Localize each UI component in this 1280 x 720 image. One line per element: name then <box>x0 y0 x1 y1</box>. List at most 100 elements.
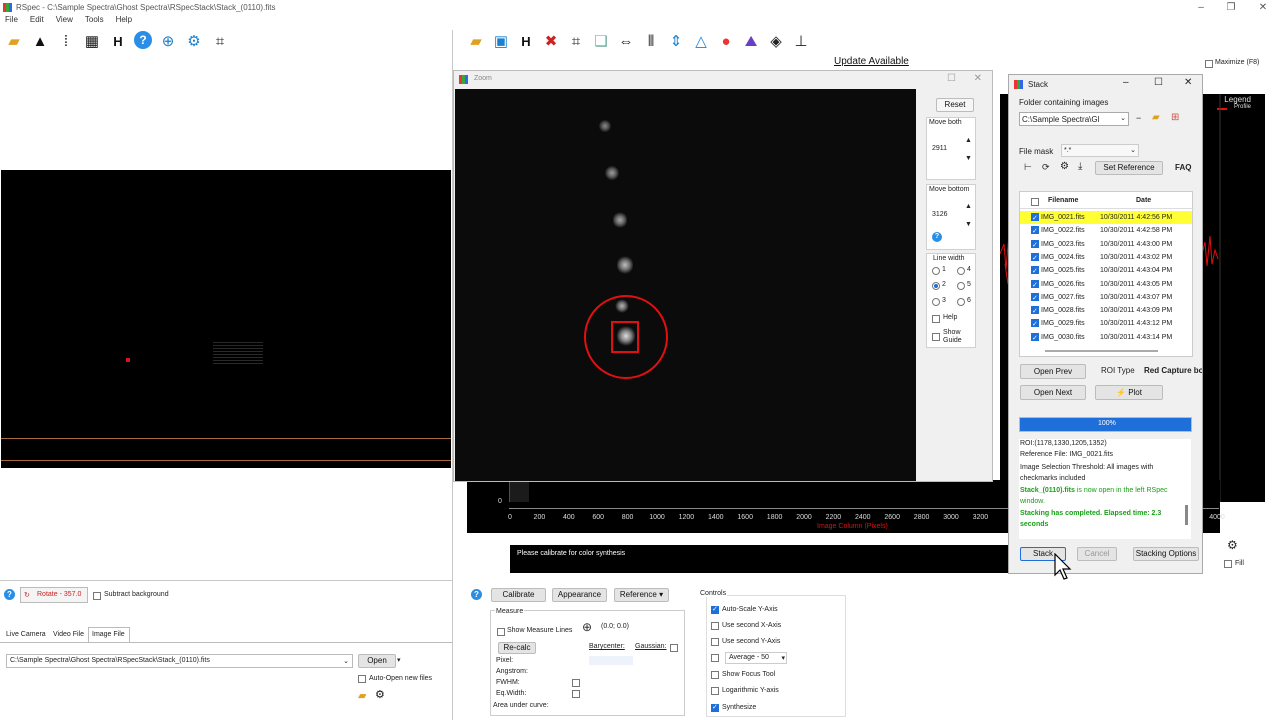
settings-gear-icon[interactable]: ⚙ <box>184 31 204 51</box>
tab-live-camera[interactable]: Live Camera <box>6 631 46 638</box>
help-icon[interactable]: ? <box>471 589 482 600</box>
roi-box[interactable] <box>611 321 639 353</box>
rotate-button[interactable]: ↻ Rotate - 357.0 <box>20 587 88 603</box>
file-row-checkbox[interactable] <box>1031 212 1039 225</box>
menu-view[interactable]: View <box>56 15 73 29</box>
spectrum-image[interactable] <box>1 170 451 468</box>
roi-type-value[interactable]: Red Capture bo <box>1144 366 1202 375</box>
folder-dropdown[interactable]: C:\Sample Spectra\Gl ⌄ <box>1019 112 1129 126</box>
subtract-background-checkbox[interactable] <box>93 592 101 600</box>
gear-icon[interactable]: ⚙ <box>1060 161 1069 172</box>
zoom-help-checkbox[interactable] <box>932 315 940 323</box>
plot-button[interactable]: ⚡ Plot <box>1095 385 1163 400</box>
auto-scale-checkbox[interactable] <box>711 605 719 614</box>
show-guide-checkbox[interactable] <box>932 333 940 341</box>
file-row-checkbox[interactable] <box>1031 279 1039 292</box>
minimize-button[interactable]: – <box>1186 0 1216 16</box>
recalc-button[interactable]: Re-calc <box>498 642 536 654</box>
tab-image-file[interactable]: Image File <box>88 627 130 642</box>
triangle-icon[interactable]: △ <box>691 31 711 51</box>
move-both-up-icon[interactable]: ▲ <box>965 137 972 144</box>
ruler-icon[interactable]: ⇔ <box>616 31 636 51</box>
cancel-button[interactable]: Cancel <box>1077 547 1117 561</box>
open-button[interactable]: Open <box>358 654 396 668</box>
file-row[interactable]: IMG_0029.fits 10/30/2011 4:43:12 PM <box>1020 317 1192 331</box>
show-measure-lines-checkbox[interactable] <box>497 628 505 636</box>
second-y-axis-checkbox[interactable] <box>711 638 719 646</box>
minimize-icon[interactable]: – <box>1123 77 1129 88</box>
maximize-button[interactable]: ❐ <box>1216 0 1246 16</box>
h-icon[interactable]: H <box>108 31 128 51</box>
file-row[interactable]: IMG_0021.fits 10/30/2011 4:42:56 PM <box>1020 211 1192 225</box>
help-icon[interactable]: ? <box>932 232 942 242</box>
auto-open-checkbox[interactable] <box>358 675 366 683</box>
open-folder-icon[interactable]: ▰ <box>4 31 24 51</box>
horizontal-scrollbar[interactable] <box>1045 350 1158 352</box>
file-path-dropdown[interactable]: C:\Sample Spectra\Ghost Spectra\RSpecSta… <box>6 654 353 668</box>
lines-icon[interactable]: ⦀ <box>641 31 661 51</box>
open-folder-icon[interactable]: ▰ <box>466 31 486 51</box>
line-width-radio-6[interactable] <box>957 298 965 306</box>
gaussian-checkbox[interactable] <box>670 644 678 652</box>
gear-icon[interactable]: ⚙ <box>1227 538 1238 552</box>
file-row[interactable]: IMG_0025.fits 10/30/2011 4:43:04 PM <box>1020 264 1192 278</box>
clear-icon[interactable]: ✖ <box>541 31 561 51</box>
color-wheel-icon[interactable]: ● <box>716 31 736 51</box>
dots-grid-icon[interactable]: ⁞ <box>56 31 76 51</box>
gear-icon[interactable]: ⚙ <box>375 688 385 701</box>
fill-checkbox[interactable] <box>1224 560 1232 568</box>
chart-icon[interactable]: ⛰ <box>741 31 761 51</box>
help-icon[interactable]: ? <box>134 31 152 49</box>
appearance-button[interactable]: Appearance <box>552 588 607 602</box>
file-row-checkbox[interactable] <box>1031 318 1039 331</box>
synthesize-checkbox[interactable] <box>711 703 719 712</box>
maximize-icon[interactable]: ☐ <box>947 73 956 84</box>
download-icon[interactable]: ⤓ <box>1078 161 1082 172</box>
file-row-checkbox[interactable] <box>1031 239 1039 252</box>
reference-button[interactable]: Reference ▾ <box>614 588 669 602</box>
move-both-down-icon[interactable]: ▼ <box>965 155 972 162</box>
close-icon[interactable]: ✕ <box>1184 77 1192 88</box>
fwhm-checkbox[interactable] <box>572 679 580 687</box>
file-row-checkbox[interactable] <box>1031 265 1039 278</box>
move-bottom-down-icon[interactable]: ▼ <box>965 221 972 228</box>
axis-icon[interactable]: ⊥ <box>791 31 811 51</box>
col-filename[interactable]: Filename <box>1048 197 1078 204</box>
col-date[interactable]: Date <box>1136 197 1151 204</box>
maximize-icon[interactable]: ☐ <box>1154 77 1163 88</box>
average-dropdown[interactable]: Average - 50 ▾ <box>725 652 787 664</box>
set-reference-button[interactable]: Set Reference <box>1095 161 1163 175</box>
zoom-in-icon[interactable]: ⊕ <box>158 31 178 51</box>
faq-link[interactable]: FAQ <box>1175 163 1191 172</box>
line-width-radio-4[interactable] <box>957 267 965 275</box>
select-all-checkbox[interactable] <box>1031 198 1039 206</box>
maximize-checkbox[interactable] <box>1205 60 1213 68</box>
menu-help[interactable]: Help <box>116 15 132 29</box>
file-row-checkbox[interactable] <box>1031 292 1039 305</box>
file-row[interactable]: IMG_0024.fits 10/30/2011 4:43:02 PM <box>1020 251 1192 265</box>
move-bottom-up-icon[interactable]: ▲ <box>965 203 972 210</box>
browse-icon[interactable]: ⊞ <box>1171 112 1179 123</box>
calibrate-button[interactable]: Calibrate <box>491 588 546 602</box>
h-icon[interactable]: H <box>516 31 536 51</box>
folder-icon[interactable]: ▰ <box>358 689 366 702</box>
menu-tools[interactable]: Tools <box>85 15 104 29</box>
fit-width-icon[interactable]: ⊢ <box>1024 162 1032 173</box>
refresh-icon[interactable]: ⟳ <box>1042 162 1050 173</box>
eq-width-checkbox[interactable] <box>572 690 580 698</box>
zoom-image[interactable] <box>455 89 916 481</box>
file-row[interactable]: IMG_0030.fits 10/30/2011 4:43:14 PM <box>1020 331 1192 345</box>
line-width-radio-3[interactable] <box>932 298 940 306</box>
open-menu-arrow-icon[interactable]: ▾ <box>397 656 401 664</box>
file-row[interactable]: IMG_0022.fits 10/30/2011 4:42:58 PM <box>1020 224 1192 238</box>
reset-button[interactable]: Reset <box>936 98 974 112</box>
crop-icon[interactable]: ⌗ <box>210 31 230 51</box>
vertical-arrows-icon[interactable]: ⇕ <box>666 31 686 51</box>
menu-file[interactable]: File <box>5 15 18 29</box>
copy-icon[interactable]: ❏ <box>591 31 611 51</box>
log-scrollbar[interactable] <box>1185 505 1188 525</box>
folder-icon[interactable]: ▰ <box>1152 112 1160 123</box>
file-row-checkbox[interactable] <box>1031 332 1039 345</box>
stacking-options-button[interactable]: Stacking Options <box>1133 547 1199 561</box>
open-prev-button[interactable]: Open Prev <box>1020 364 1086 379</box>
